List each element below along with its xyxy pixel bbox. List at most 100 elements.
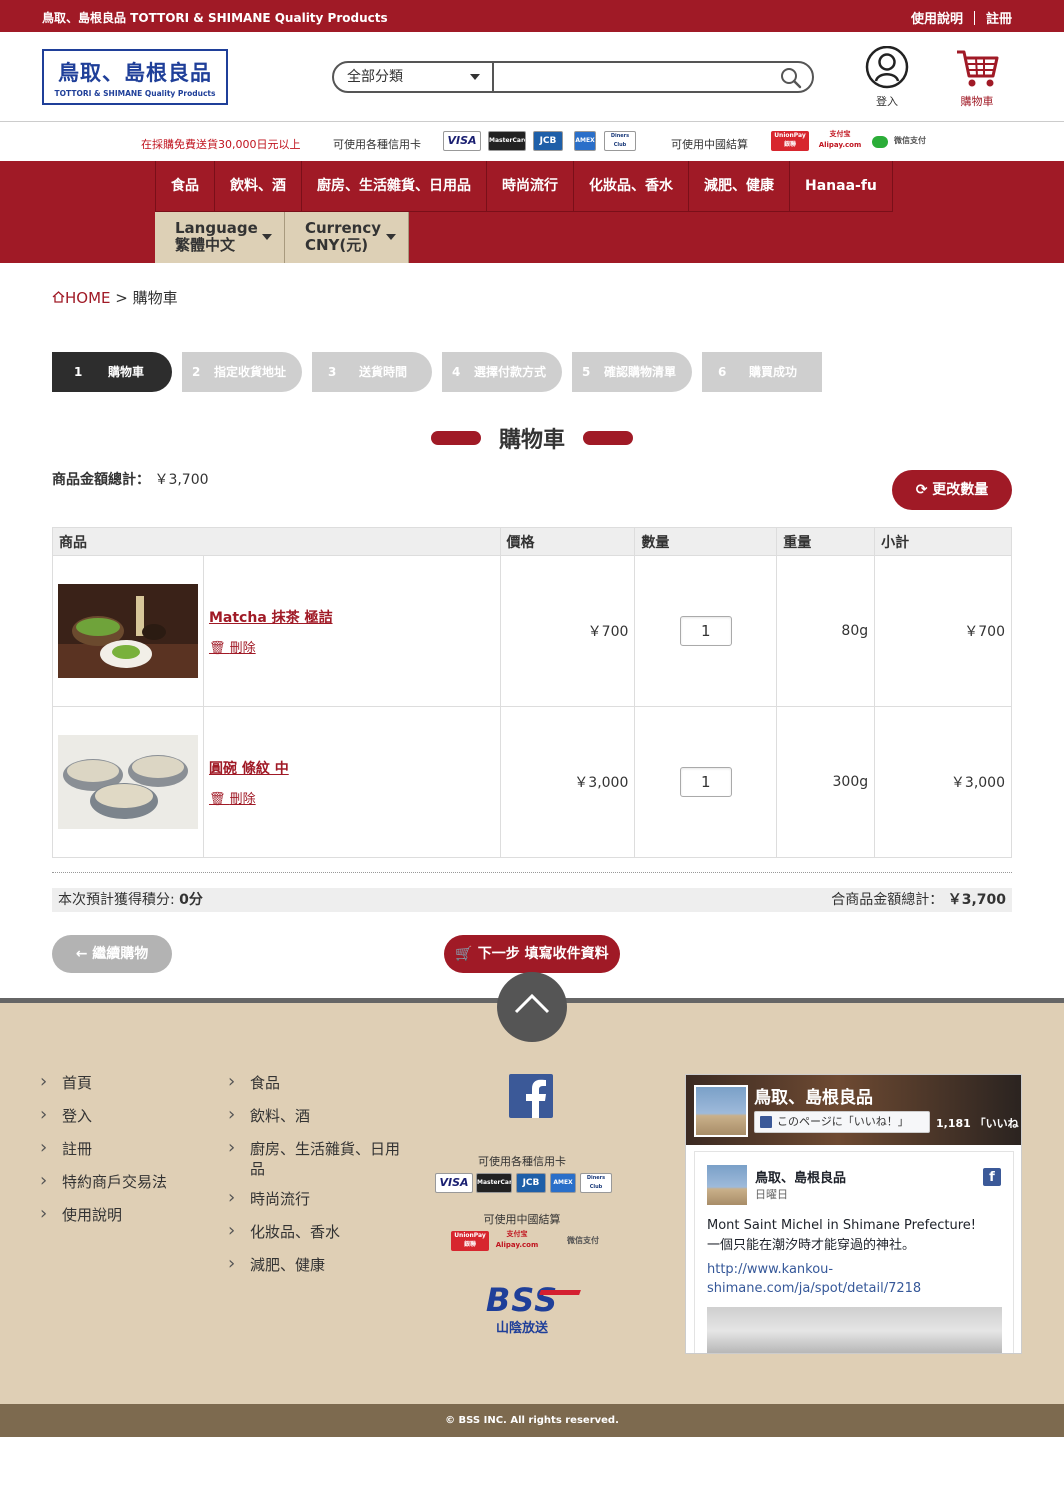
home-icon bbox=[52, 291, 65, 303]
footer-link-guide[interactable]: 使用說明 bbox=[40, 1204, 167, 1238]
mastercard-logo: MasterCard bbox=[476, 1173, 512, 1193]
refresh-icon: ⟳ bbox=[915, 482, 928, 498]
footer-link-login[interactable]: 登入 bbox=[40, 1105, 167, 1139]
nav-item-food[interactable]: 食品 bbox=[156, 161, 215, 212]
delete-item-label: 刪除 bbox=[229, 791, 256, 807]
product-image-bowl[interactable] bbox=[58, 735, 198, 829]
footer-link-cosmetics[interactable]: 化妝品、香水 bbox=[228, 1221, 408, 1255]
nav-item-hanaa-fu[interactable]: Hanaa-fu bbox=[790, 161, 893, 212]
nav-item-drinks[interactable]: 飲料、酒 bbox=[215, 161, 302, 212]
diners-club-logo: Diners Club bbox=[580, 1173, 612, 1193]
bss-logo-subtitle: 山陰放送 bbox=[495, 1321, 548, 1336]
nav-item-health[interactable]: 減肥、健康 bbox=[689, 161, 790, 212]
cart-table: 商品 價格 數量 重量 小計 Matcha 抹茶 極詰 🗑 刪除 ￥700 1 bbox=[52, 527, 1012, 858]
facebook-post-date: 日曜日 bbox=[755, 1188, 788, 1201]
footer-link-health[interactable]: 減肥、健康 bbox=[228, 1254, 408, 1288]
site-tagline: 鳥取、島根良品 TOTTORI & SHIMANE Quality Produc… bbox=[42, 11, 388, 25]
footer-link-home[interactable]: 首頁 bbox=[40, 1072, 167, 1106]
cart-button[interactable]: 購物車 bbox=[950, 46, 1004, 109]
register-link[interactable]: 註冊 bbox=[986, 8, 1012, 27]
divider bbox=[52, 872, 1012, 873]
update-quantity-button[interactable]: ⟳ 更改數量 bbox=[892, 470, 1012, 510]
category-select[interactable]: 全部分類 bbox=[334, 63, 494, 91]
product-name-link[interactable]: 圓碗 條紋 中 bbox=[209, 761, 289, 777]
weight-cell: 80g bbox=[776, 555, 876, 707]
cart-icon: 🛒 bbox=[455, 946, 473, 962]
weight-cell: 300g bbox=[776, 706, 876, 858]
product-image-matcha[interactable] bbox=[58, 584, 198, 678]
copyright: © BSS INC. All rights reserved. bbox=[0, 1404, 1064, 1437]
delete-item-link[interactable]: 🗑 刪除 bbox=[209, 788, 500, 807]
search-icon[interactable] bbox=[780, 67, 802, 91]
footer-link-commerce-law[interactable]: 特約商戶交易法 bbox=[40, 1171, 167, 1205]
step-number: 1 bbox=[74, 365, 83, 379]
facebook-post-line-1: Mont Saint Michel in Shimane Prefecture! bbox=[707, 1218, 976, 1233]
subtotal-cell: ￥3,000 bbox=[874, 706, 1012, 858]
breadcrumb-separator: > bbox=[115, 289, 128, 307]
facebook-page-avatar[interactable] bbox=[694, 1085, 748, 1137]
product-name-link[interactable]: Matcha 抹茶 極詰 bbox=[209, 610, 333, 626]
cart-summary: 本次預計獲得積分: 0分 合商品金額總計： ￥3,700 bbox=[52, 888, 1012, 912]
facebook-page-widget: 鳥取、島根良品 このページに「いいね！」 1,181 「いいね 鳥取、島根良品 … bbox=[685, 1074, 1022, 1354]
facebook-post-author[interactable]: 鳥取、島根良品 bbox=[755, 1167, 846, 1186]
facebook-icon[interactable]: f bbox=[983, 1168, 1001, 1186]
product-image-cell bbox=[52, 706, 204, 858]
facebook-post-link[interactable]: http://www.kankou-shimane.com/ja/spot/de… bbox=[707, 1260, 1007, 1298]
step-address: 2 指定收貨地址 bbox=[182, 352, 302, 392]
breadcrumb-home-label: HOME bbox=[65, 289, 111, 307]
continue-shopping-button[interactable]: ← 繼續購物 bbox=[52, 935, 172, 973]
top-bar: 鳥取、島根良品 TOTTORI & SHIMANE Quality Produc… bbox=[0, 0, 1064, 32]
footer-credit-label: 可使用各種信用卡 bbox=[478, 1155, 566, 1168]
cart-total-label: 商品金額總計： bbox=[52, 472, 150, 488]
footer-link-food[interactable]: 食品 bbox=[228, 1072, 408, 1106]
quantity-input[interactable]: 1 bbox=[679, 616, 732, 646]
jcb-logo: JCB bbox=[533, 131, 563, 151]
back-to-top-button[interactable] bbox=[497, 972, 567, 1042]
footer-link-drinks[interactable]: 飲料、酒 bbox=[228, 1105, 408, 1139]
search-input[interactable] bbox=[496, 63, 776, 91]
facebook-like-button[interactable]: このページに「いいね！」 bbox=[754, 1111, 930, 1133]
facebook-post-line-2: 一個只能在潮汐時才能穿過的神社。 bbox=[707, 1238, 916, 1253]
facebook-small-icon bbox=[760, 1116, 772, 1128]
step-label: 確認購物清單 bbox=[604, 365, 677, 379]
nav-item-fashion[interactable]: 時尚流行 bbox=[487, 161, 574, 212]
logo-text-jp: 鳥取、島根良品 bbox=[58, 61, 212, 85]
step-number: 6 bbox=[718, 365, 727, 379]
facebook-post-avatar[interactable] bbox=[707, 1165, 747, 1205]
quantity-input[interactable]: 1 bbox=[679, 767, 732, 797]
login-label: 登入 bbox=[876, 95, 898, 108]
china-payment-label: 可使用中國結算 bbox=[671, 138, 748, 151]
footer-link-register[interactable]: 註冊 bbox=[40, 1138, 167, 1172]
facebook-page-name[interactable]: 鳥取、島根良品 bbox=[754, 1083, 873, 1108]
cart-icon bbox=[957, 50, 999, 87]
site-logo[interactable]: 鳥取、島根良品 TOTTORI & SHIMANE Quality Produc… bbox=[42, 49, 228, 105]
nav-item-cosmetics[interactable]: 化妝品、香水 bbox=[574, 161, 689, 212]
footer-link-fashion[interactable]: 時尚流行 bbox=[228, 1188, 408, 1222]
continue-shopping-label: 繼續購物 bbox=[92, 946, 149, 962]
wechat-pay-logo: 微信支付 bbox=[567, 1236, 599, 1245]
guide-link[interactable]: 使用說明 bbox=[911, 8, 963, 27]
logo-text-en: TOTTORI & SHIMANE Quality Products bbox=[54, 89, 216, 98]
points-summary: 本次預計獲得積分: 0分 bbox=[58, 888, 203, 912]
step-delivery-time: 3 送貨時間 bbox=[312, 352, 432, 392]
points-label: 本次預計獲得積分: bbox=[58, 892, 175, 908]
quantity-cell: 1 bbox=[634, 555, 778, 707]
diners-club-logo: Diners Club bbox=[604, 131, 636, 151]
facebook-like-label: このページに「いいね！」 bbox=[777, 1115, 909, 1128]
breadcrumb: HOME > 購物車 bbox=[52, 287, 178, 308]
grand-total-value: ￥3,700 bbox=[947, 892, 1006, 908]
next-step-button[interactable]: 🛒 下一步 填寫收件資料 bbox=[444, 935, 620, 973]
language-select[interactable]: Language 繁體中文 bbox=[155, 212, 285, 263]
facebook-post-image[interactable] bbox=[707, 1307, 1002, 1353]
breadcrumb-home[interactable]: HOME bbox=[52, 289, 115, 307]
footer-link-kitchen[interactable]: 廚房、生活雜貨、日用品 bbox=[228, 1138, 408, 1189]
step-cart: 1 購物車 bbox=[52, 352, 172, 392]
footer-china-label: 可使用中國結算 bbox=[483, 1213, 561, 1226]
facebook-icon[interactable] bbox=[509, 1074, 553, 1118]
category-select-value: 全部分類 bbox=[347, 69, 403, 85]
nav-item-kitchen[interactable]: 廚房、生活雜貨、日用品 bbox=[302, 161, 487, 212]
login-button[interactable]: 登入 bbox=[862, 45, 912, 109]
currency-select[interactable]: Currency CNY(元) bbox=[285, 212, 409, 263]
delete-item-link[interactable]: 🗑 刪除 bbox=[209, 637, 500, 656]
main-nav: 食品 飲料、酒 廚房、生活雜貨、日用品 時尚流行 化妝品、香水 減肥、健康 Ha… bbox=[0, 161, 1064, 263]
